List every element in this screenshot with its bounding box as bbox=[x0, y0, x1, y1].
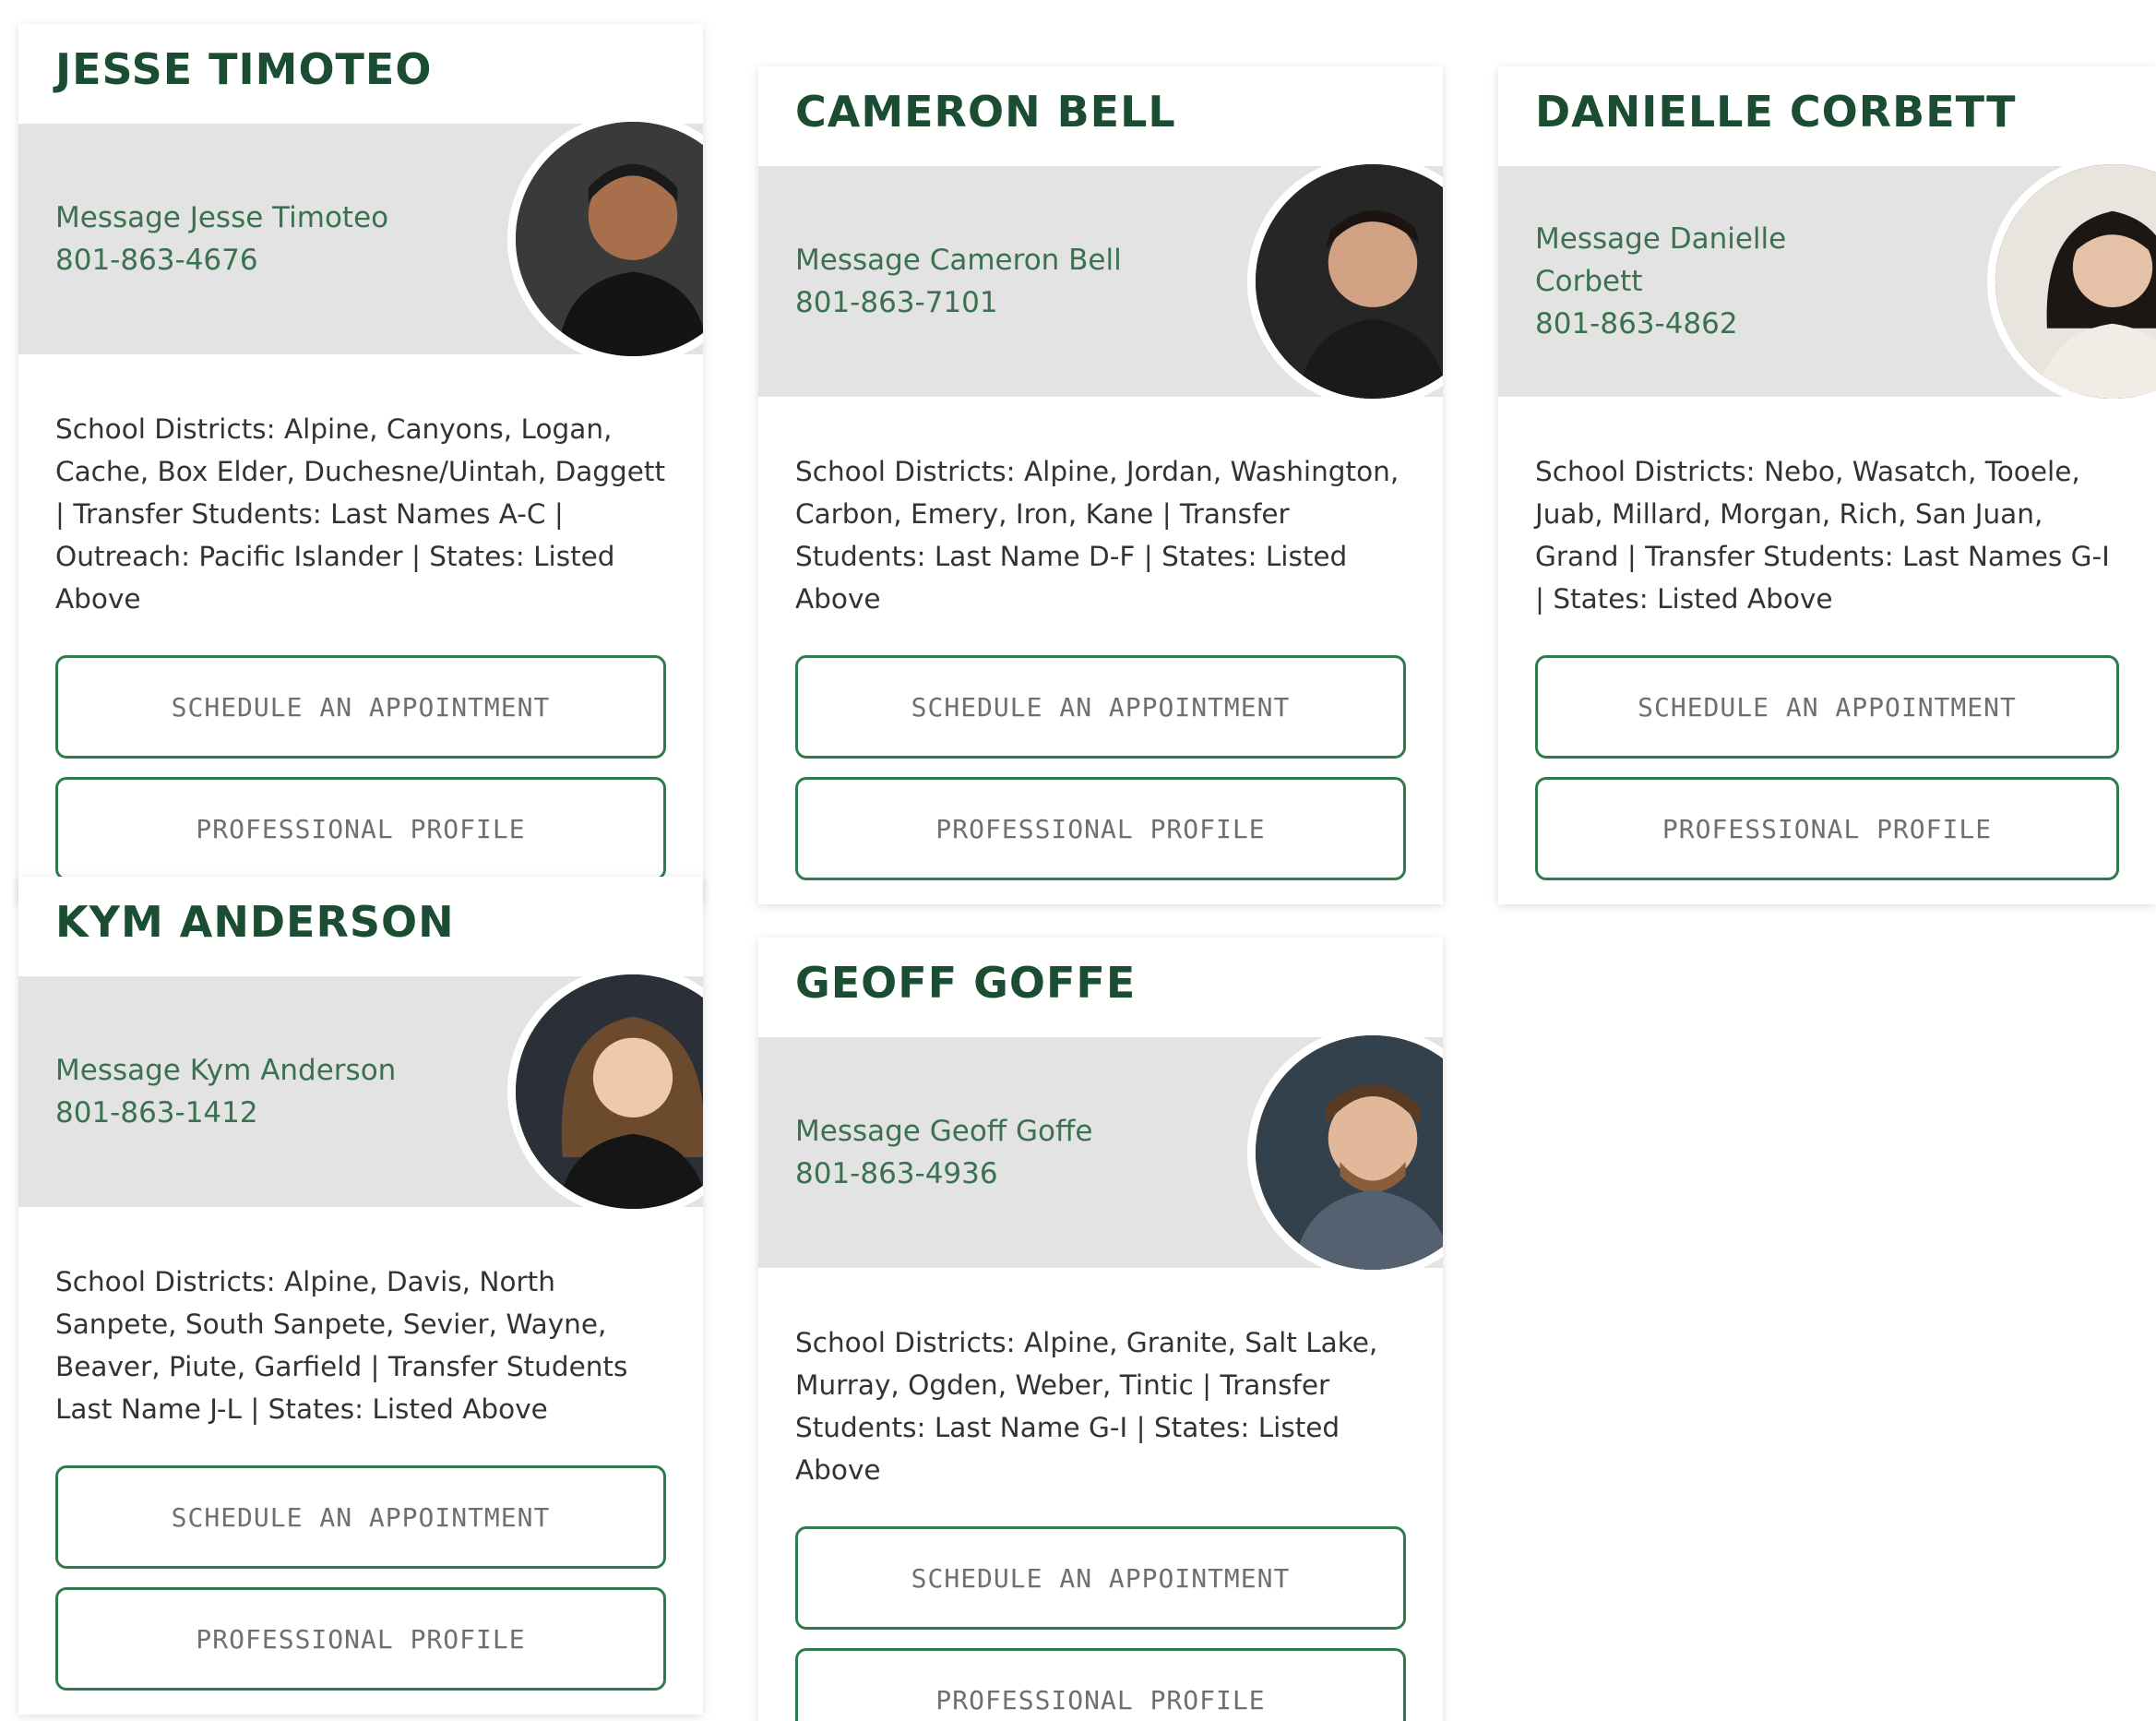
advisor-directory: JESSE TIMOTEO Message Jesse Timoteo 801-… bbox=[0, 0, 2156, 1721]
advisor-actions: SCHEDULE AN APPOINTMENT PROFESSIONAL PRO… bbox=[1498, 620, 2156, 904]
person-photo-avatar-icon bbox=[1995, 164, 2156, 399]
contact-info: Message Jesse Timoteo 801-863-4676 bbox=[55, 124, 443, 354]
professional-profile-button[interactable]: PROFESSIONAL PROFILE bbox=[55, 1587, 666, 1691]
schedule-appointment-button[interactable]: SCHEDULE AN APPOINTMENT bbox=[795, 655, 1406, 759]
advisor-districts: School Districts: Alpine, Jordan, Washin… bbox=[795, 456, 1400, 615]
advisor-actions: SCHEDULE AN APPOINTMENT PROFESSIONAL PRO… bbox=[758, 1491, 1443, 1721]
advisor-avatar bbox=[1987, 156, 2156, 407]
advisor-actions: SCHEDULE AN APPOINTMENT PROFESSIONAL PRO… bbox=[18, 1430, 703, 1715]
message-advisor-link[interactable]: Message Geoff Goffe bbox=[795, 1110, 1183, 1153]
message-advisor-link[interactable]: Message Kym Anderson bbox=[55, 1049, 443, 1092]
schedule-appointment-button[interactable]: SCHEDULE AN APPOINTMENT bbox=[795, 1526, 1406, 1630]
person-photo-avatar-icon bbox=[516, 122, 703, 356]
schedule-appointment-button[interactable]: SCHEDULE AN APPOINTMENT bbox=[55, 1465, 666, 1569]
advisor-phone-link[interactable]: 801-863-7101 bbox=[795, 281, 1183, 324]
advisor-actions: SCHEDULE AN APPOINTMENT PROFESSIONAL PRO… bbox=[758, 620, 1443, 904]
contact-info: Message Kym Anderson 801-863-1412 bbox=[55, 976, 443, 1207]
professional-profile-button[interactable]: PROFESSIONAL PROFILE bbox=[1535, 777, 2119, 880]
contact-info: Message Cameron Bell 801-863-7101 bbox=[795, 166, 1183, 397]
contact-info: Message Danielle Corbett 801-863-4862 bbox=[1535, 166, 1812, 397]
advisor-actions: SCHEDULE AN APPOINTMENT PROFESSIONAL PRO… bbox=[18, 620, 703, 904]
person-photo-avatar-icon bbox=[516, 974, 703, 1209]
advisor-phone-link[interactable]: 801-863-4862 bbox=[1535, 303, 1812, 345]
advisor-name: GEOFF GOFFE bbox=[795, 958, 1137, 1008]
advisor-name: CAMERON BELL bbox=[795, 87, 1176, 137]
advisor-avatar bbox=[507, 114, 703, 365]
advisor-phone-link[interactable]: 801-863-1412 bbox=[55, 1092, 443, 1134]
professional-profile-button[interactable]: PROFESSIONAL PROFILE bbox=[55, 777, 666, 880]
contact-band: Message Danielle Corbett 801-863-4862 bbox=[1498, 156, 2156, 407]
contact-info: Message Geoff Goffe 801-863-4936 bbox=[795, 1037, 1183, 1268]
advisor-name: JESSE TIMOTEO bbox=[55, 44, 433, 94]
message-advisor-link[interactable]: Message Cameron Bell bbox=[795, 239, 1183, 281]
contact-band: Message Geoff Goffe 801-863-4936 bbox=[758, 1027, 1443, 1278]
advisor-name: KYM ANDERSON bbox=[55, 897, 455, 947]
advisor-card: KYM ANDERSON Message Kym Anderson 801-86… bbox=[18, 877, 703, 1715]
advisor-card: JESSE TIMOTEO Message Jesse Timoteo 801-… bbox=[18, 24, 703, 904]
advisor-card: GEOFF GOFFE Message Geoff Goffe 801-863-… bbox=[758, 938, 1443, 1721]
advisor-name: DANIELLE CORBETT bbox=[1535, 87, 2017, 137]
message-advisor-link[interactable]: Message Jesse Timoteo bbox=[55, 197, 443, 239]
advisor-avatar bbox=[507, 966, 703, 1217]
advisor-avatar bbox=[1247, 156, 1443, 407]
schedule-appointment-button[interactable]: SCHEDULE AN APPOINTMENT bbox=[1535, 655, 2119, 759]
contact-band: Message Kym Anderson 801-863-1412 bbox=[18, 966, 703, 1217]
contact-band: Message Jesse Timoteo 801-863-4676 bbox=[18, 114, 703, 365]
person-photo-avatar-icon bbox=[1256, 164, 1443, 399]
professional-profile-button[interactable]: PROFESSIONAL PROFILE bbox=[795, 1648, 1406, 1721]
advisor-phone-link[interactable]: 801-863-4936 bbox=[795, 1153, 1183, 1195]
advisor-avatar bbox=[1247, 1027, 1443, 1278]
advisor-card: DANIELLE CORBETT Message Danielle Corbet… bbox=[1498, 66, 2156, 904]
professional-profile-button[interactable]: PROFESSIONAL PROFILE bbox=[795, 777, 1406, 880]
advisor-districts: School Districts: Alpine, Canyons, Logan… bbox=[55, 413, 666, 615]
message-advisor-link[interactable]: Message Danielle Corbett bbox=[1535, 218, 1812, 303]
person-photo-avatar-icon bbox=[1256, 1035, 1443, 1270]
advisor-phone-link[interactable]: 801-863-4676 bbox=[55, 239, 443, 281]
contact-band: Message Cameron Bell 801-863-7101 bbox=[758, 156, 1443, 407]
advisor-districts: School Districts: Alpine, Davis, North S… bbox=[55, 1266, 628, 1425]
advisor-card: CAMERON BELL Message Cameron Bell 801-86… bbox=[758, 66, 1443, 904]
advisor-districts: School Districts: Alpine, Granite, Salt … bbox=[795, 1327, 1378, 1486]
advisor-districts: School Districts: Nebo, Wasatch, Tooele,… bbox=[1535, 456, 2110, 615]
schedule-appointment-button[interactable]: SCHEDULE AN APPOINTMENT bbox=[55, 655, 666, 759]
